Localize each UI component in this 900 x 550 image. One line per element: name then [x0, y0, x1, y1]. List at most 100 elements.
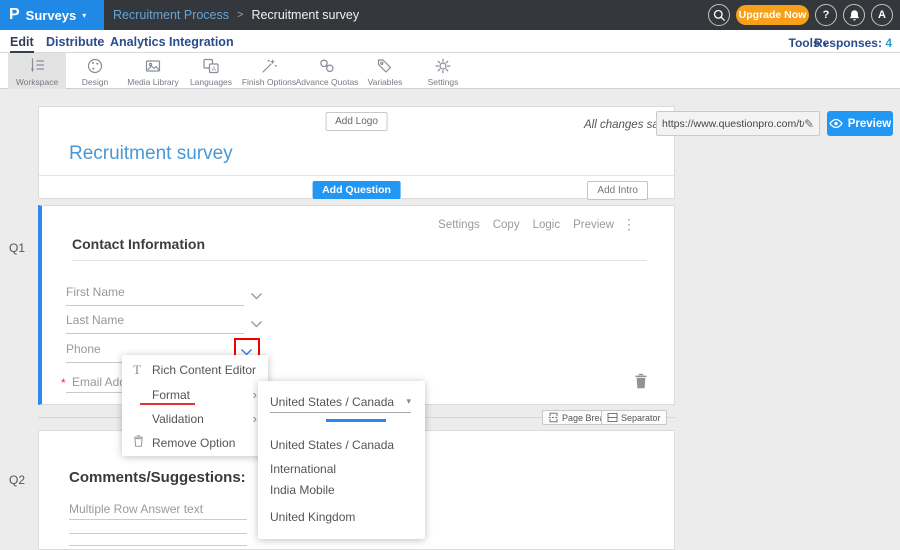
toolbar-item-advance-quotas[interactable]: Advance Quotas	[298, 53, 356, 89]
row-options-menu: T Rich Content Editor Format › Validatio…	[122, 355, 268, 456]
notifications-button[interactable]	[843, 4, 865, 26]
help-icon: ?	[823, 9, 830, 21]
questionpro-logo: P	[9, 6, 20, 24]
submenu-arrow-icon: ›	[253, 414, 257, 424]
required-marker: *	[61, 376, 66, 390]
answer-line[interactable]	[69, 545, 247, 546]
avatar: A	[878, 9, 886, 21]
toolbar-item-settings[interactable]: Settings	[414, 53, 472, 89]
answer-line[interactable]	[66, 392, 130, 393]
tab-edit[interactable]: Edit	[10, 35, 34, 53]
format-selected-value: United States / Canada	[270, 395, 394, 409]
toolbar-item-workspace[interactable]: Workspace	[8, 53, 66, 89]
svg-text:A: A	[212, 65, 217, 72]
tag-icon	[375, 56, 395, 76]
search-button[interactable]	[708, 4, 730, 26]
menu-item-rich-content-editor[interactable]: T Rich Content Editor	[122, 357, 268, 382]
format-option-us-canada[interactable]: United States / Canada	[270, 438, 394, 452]
submenu-arrow-icon: ›	[253, 390, 257, 400]
survey-url-input[interactable]	[662, 118, 804, 130]
format-submenu: United States / Canada ▾ United States /…	[258, 381, 425, 539]
trash-icon	[133, 435, 144, 447]
divider	[72, 260, 647, 261]
separator-icon	[607, 412, 618, 423]
search-icon	[713, 9, 726, 22]
chevron-down-icon	[250, 320, 263, 329]
row-options-button[interactable]	[250, 288, 263, 306]
toolbar-item-design[interactable]: Design	[66, 53, 124, 89]
question-logic-link[interactable]: Logic	[533, 219, 561, 231]
survey-title[interactable]: Recruitment survey	[69, 143, 233, 165]
breadcrumb-separator: >	[237, 9, 243, 21]
bell-icon	[848, 9, 861, 22]
question2-title[interactable]: Comments/Suggestions:	[69, 469, 246, 486]
add-question-button[interactable]: Add Question	[312, 181, 401, 199]
chevron-down-icon	[250, 292, 263, 301]
breadcrumb: Recruitment Process > Recruitment survey	[113, 0, 359, 30]
question-copy-link[interactable]: Copy	[493, 219, 520, 231]
workspace-icon	[27, 56, 47, 76]
product-menu-label: Surveys	[26, 8, 77, 23]
tab-analytics[interactable]: Analytics	[110, 35, 166, 51]
caret-down-icon: ▾	[406, 396, 411, 407]
section-tabs: Edit Distribute Analytics Integration To…	[0, 30, 900, 53]
format-select[interactable]: United States / Canada ▾	[270, 393, 411, 413]
toolbar-item-media-library[interactable]: Media Library	[124, 53, 182, 89]
multirow-answer-placeholder: Multiple Row Answer text	[69, 502, 203, 516]
menu-item-validation[interactable]: Validation ›	[122, 406, 268, 431]
answer-line[interactable]	[69, 519, 247, 520]
format-option-international[interactable]: International	[270, 462, 336, 476]
account-button[interactable]: A	[871, 4, 893, 26]
question-settings-link[interactable]: Settings	[438, 219, 480, 231]
responses-count: 4	[885, 36, 892, 50]
add-logo-button[interactable]: Add Logo	[325, 112, 388, 131]
toolbar-item-finish-options[interactable]: Finish Options	[240, 53, 298, 89]
survey-header-card: Add Logo Recruitment survey Add Question…	[38, 106, 675, 199]
gear-icon	[433, 56, 453, 76]
image-icon	[143, 56, 163, 76]
question1-actions: Settings Copy Logic Preview	[438, 219, 614, 231]
toolbar-item-variables[interactable]: Variables	[356, 53, 414, 89]
breadcrumb-current: Recruitment survey	[251, 8, 359, 22]
survey-url-field[interactable]: ✎	[656, 111, 820, 136]
tab-distribute[interactable]: Distribute	[46, 35, 104, 51]
scroll-indicator	[326, 419, 386, 422]
answer-line[interactable]	[66, 333, 244, 334]
answer-line[interactable]	[69, 533, 247, 534]
row-options-button[interactable]	[250, 316, 263, 334]
trash-icon	[634, 373, 648, 389]
highlight-red-underline	[140, 403, 195, 405]
divider	[270, 412, 411, 413]
format-option-united-kingdom[interactable]: United Kingdom	[270, 510, 355, 524]
upgrade-now-button[interactable]: Upgrade Now	[736, 5, 809, 25]
quota-links-icon	[317, 56, 337, 76]
toolbar-item-languages[interactable]: A Languages	[182, 53, 240, 89]
editor-toolbar: Workspace Design Media Library A	[0, 53, 900, 89]
question-preview-link[interactable]: Preview	[573, 219, 614, 231]
question1-number: Q1	[9, 241, 25, 255]
menu-item-remove-option[interactable]: Remove Option	[122, 430, 268, 455]
separator-button[interactable]: Separator	[601, 410, 667, 425]
eye-icon	[829, 118, 843, 129]
toolbar-items: Workspace Design Media Library A	[8, 53, 472, 89]
help-button[interactable]: ?	[815, 4, 837, 26]
add-intro-button[interactable]: Add Intro	[587, 181, 648, 200]
answer-line[interactable]	[66, 305, 244, 306]
more-options-icon[interactable]: ⋮	[622, 216, 636, 233]
tab-integration[interactable]: Integration	[169, 35, 234, 51]
format-option-india-mobile[interactable]: India Mobile	[270, 483, 335, 497]
breadcrumb-parent-link[interactable]: Recruitment Process	[113, 8, 229, 22]
page-break-icon	[548, 412, 559, 423]
product-menu[interactable]: P Surveys ▾	[0, 0, 104, 30]
questionpro-survey-editor: P Surveys ▾ Recruitment Process > Recrui…	[0, 0, 900, 550]
edit-url-icon[interactable]: ✎	[804, 117, 814, 131]
caret-down-icon: ▾	[82, 11, 86, 20]
question1-title[interactable]: Contact Information	[72, 236, 205, 252]
preview-button[interactable]: Preview	[827, 111, 893, 136]
question2-number: Q2	[9, 473, 25, 487]
delete-question-button[interactable]	[634, 373, 648, 394]
translate-icon: A	[201, 56, 221, 76]
text-format-icon: T	[133, 362, 152, 378]
palette-icon	[85, 56, 105, 76]
responses-link[interactable]: Responses: 4	[814, 36, 892, 50]
